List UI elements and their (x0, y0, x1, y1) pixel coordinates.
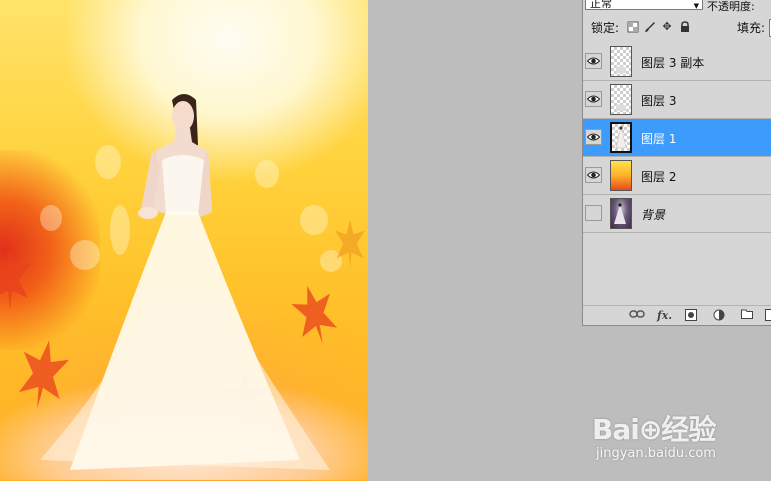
layer-thumbnail (610, 84, 632, 115)
fx-icon[interactable]: fx. (657, 309, 672, 323)
visibility-toggle[interactable] (585, 167, 602, 183)
new-layer-icon[interactable] (765, 309, 771, 325)
chevron-down-icon: ▼ (693, 2, 699, 10)
layer-name: 背景 (641, 208, 666, 222)
layer-name: 图层 2 (641, 170, 677, 184)
opacity-label: 不透明度: (707, 0, 755, 13)
visibility-toggle[interactable] (585, 129, 602, 145)
lock-transparency-icon[interactable] (627, 21, 639, 33)
fill-label: 填充: (737, 21, 766, 35)
document-canvas[interactable] (0, 0, 368, 481)
link-icon[interactable] (629, 309, 645, 323)
layer-thumbnail (610, 198, 632, 229)
visibility-toggle[interactable] (585, 205, 602, 221)
lock-label: 锁定: (591, 21, 620, 35)
layer-thumbnail (610, 122, 632, 153)
eye-icon (587, 171, 600, 179)
adjustment-icon[interactable] (713, 309, 727, 325)
layer-row[interactable]: 图层 3 (583, 81, 771, 119)
eye-icon (587, 57, 600, 65)
layer-list: 图层 3 副本 图层 3 图层 1 图层 2 背景 (583, 43, 771, 233)
layers-panel: 正常 ▼ 不透明度: 锁定: ✥ 填充: 图层 3 副本 图层 3 图层 1 图… (582, 0, 771, 326)
blend-mode-value: 正常 (590, 0, 612, 10)
layer-row[interactable]: 图层 3 副本 (583, 43, 771, 81)
panel-footer: fx. (583, 305, 771, 326)
blend-bar: 正常 ▼ 不透明度: (583, 0, 771, 13)
visibility-toggle[interactable] (585, 91, 602, 107)
layer-name: 图层 1 (641, 132, 677, 146)
layer-row[interactable]: 背景 (583, 195, 771, 233)
layer-name: 图层 3 (641, 94, 677, 108)
watermark-url: jingyan.baidu.com (596, 446, 716, 461)
lock-all-icon[interactable] (679, 21, 691, 33)
layer-row-selected[interactable]: 图层 1 (583, 119, 771, 157)
lock-row: 锁定: ✥ 填充: (583, 17, 771, 39)
eye-icon (587, 133, 600, 141)
watermark-brand: Bai⊕经验 (592, 413, 716, 446)
visibility-toggle[interactable] (585, 53, 602, 69)
layer-row[interactable]: 图层 2 (583, 157, 771, 195)
bride-figure (40, 94, 330, 470)
layer-thumbnail (610, 46, 632, 77)
baidu-watermark: Bai⊕经验 jingyan.baidu.com (590, 398, 770, 468)
lock-move-icon[interactable]: ✥ (661, 21, 673, 33)
layer-thumbnail (610, 160, 632, 191)
lock-brush-icon[interactable] (644, 21, 656, 33)
layer-name: 图层 3 副本 (641, 56, 705, 70)
folder-icon[interactable] (741, 309, 753, 323)
blend-mode-select[interactable]: 正常 ▼ (585, 0, 703, 10)
mask-icon[interactable] (685, 309, 697, 325)
eye-icon (587, 95, 600, 103)
